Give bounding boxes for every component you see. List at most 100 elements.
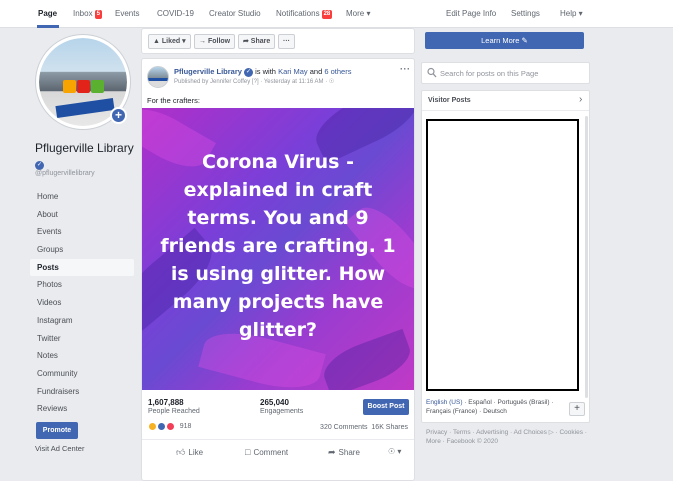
sidebar-item-videos[interactable]: Videos	[30, 294, 134, 312]
share-label: Share	[338, 448, 360, 457]
sidebar-item-notes[interactable]: Notes	[30, 347, 134, 365]
audience-selector[interactable]: ☉ ▾	[388, 447, 401, 456]
page-handle[interactable]: @pflugervillelibrary	[35, 170, 95, 177]
sidebar-item-photos[interactable]: Photos	[30, 276, 134, 294]
post-options-icon[interactable]: ···	[400, 64, 411, 74]
divider	[422, 110, 589, 111]
globe-icon: ☉	[388, 447, 396, 456]
visitor-posts-panel: Visitor Posts › English (US) · Español ·…	[421, 90, 590, 423]
post-author-link[interactable]: Pflugerville Library	[174, 67, 242, 76]
globe-icon: ☉	[328, 79, 335, 85]
promote-button[interactable]: Promote	[36, 422, 78, 439]
tab-inbox[interactable]: Inbox 5	[73, 9, 102, 19]
and-text: and	[309, 67, 323, 76]
post-meta: Published by Jennifer Coffey [?] · Yeste…	[174, 78, 334, 85]
follow-button[interactable]: → Follow	[194, 34, 236, 49]
redacted-visitor-posts	[426, 119, 579, 391]
engagements-label: Engagements	[260, 408, 304, 415]
search-icon	[427, 67, 437, 78]
edit-page-info-link[interactable]: Edit Page Info	[446, 9, 496, 18]
panel-scrollbar[interactable]	[585, 116, 588, 398]
sidebar-item-home[interactable]: Home	[30, 188, 134, 206]
people-reached-count: 1,607,888	[148, 398, 184, 407]
sidebar-item-fundraisers[interactable]: Fundraisers	[30, 383, 134, 401]
post-search-box	[421, 62, 590, 84]
sign-tile	[91, 80, 104, 93]
liked-button[interactable]: ▲ Liked ▾	[148, 34, 191, 49]
tab-creator-studio[interactable]: Creator Studio	[209, 9, 261, 18]
chevron-right-icon[interactable]: ›	[579, 94, 582, 105]
sidebar-item-events[interactable]: Events	[30, 223, 134, 241]
page-title: Pflugerville Library ✓	[35, 141, 140, 171]
page-sidebar-nav: Home About Events Groups Posts Photos Vi…	[30, 188, 134, 418]
reactions-summary[interactable]: 918	[148, 422, 191, 434]
visit-ad-center-link[interactable]: Visit Ad Center	[35, 444, 84, 453]
sidebar-item-groups[interactable]: Groups	[30, 241, 134, 259]
post-insights: 1,607,888 People Reached 265,040 Engagem…	[142, 390, 414, 440]
tagged-person-link[interactable]: Kari May	[278, 67, 308, 76]
tab-events[interactable]: Events	[115, 9, 139, 18]
help-menu[interactable]: Help ▾	[560, 9, 583, 18]
page-name-text: Pflugerville Library	[35, 141, 134, 155]
reaction-count: 918	[179, 423, 192, 431]
chevron-down-icon: ▾	[397, 447, 402, 456]
left-column: + Pflugerville Library ✓ @pflugervilleli…	[30, 28, 140, 481]
comment-label: Comment	[253, 448, 289, 457]
language-selected: English (US)	[426, 399, 463, 406]
sidebar-item-twitter[interactable]: Twitter	[30, 330, 134, 348]
sidebar-item-posts[interactable]: Posts	[30, 258, 134, 277]
tab-page[interactable]: Page	[38, 9, 57, 18]
like-reaction-icon	[157, 422, 167, 432]
language-list: English (US) · Español · Português (Bras…	[426, 398, 566, 416]
add-language-button[interactable]: +	[569, 402, 585, 416]
people-reached-label: People Reached	[148, 408, 200, 415]
inbox-badge: 5	[94, 10, 102, 19]
like-label: Like	[188, 448, 204, 457]
post-action-row: 👍︎ Like □ Comment ➦ Share ☉ ▾	[142, 442, 414, 462]
tab-more[interactable]: More ▾	[346, 9, 370, 18]
top-nav-bar: Page Inbox 5 Events COVID-19 Creator Stud…	[0, 0, 673, 28]
like-button[interactable]: 👍︎ Like	[176, 447, 203, 458]
haha-reaction-icon	[148, 422, 157, 432]
tab-notifications[interactable]: Notifications 28	[276, 9, 333, 19]
engagements-count: 265,040	[260, 398, 289, 407]
comment-bubble-icon: □	[245, 447, 251, 457]
published-by-text: Published by Jennifer Coffey [?] · Yeste…	[174, 79, 328, 85]
comments-count-link[interactable]: 320 Comments	[320, 424, 367, 431]
update-profile-picture-icon[interactable]: +	[110, 107, 127, 124]
sidebar-item-about[interactable]: About	[30, 206, 134, 224]
search-input[interactable]	[440, 67, 585, 80]
verified-check-icon: ✓	[35, 161, 44, 170]
sign-tile	[77, 80, 90, 93]
notifications-badge: 28	[321, 10, 333, 19]
tab-covid-19[interactable]: COVID-19	[157, 9, 194, 18]
shares-count-link[interactable]: 16K Shares	[371, 424, 408, 431]
more-options-button[interactable]: ···	[278, 34, 295, 49]
post-card: Pflugerville Library ✓ is with Kari May …	[141, 58, 415, 481]
learn-more-button[interactable]: Learn More ✎	[425, 32, 584, 49]
share-page-button[interactable]: ➦ Share	[238, 34, 276, 49]
sidebar-item-instagram[interactable]: Instagram	[30, 312, 134, 330]
with-text: is with	[255, 67, 276, 76]
share-arrow-icon: ➦	[328, 447, 336, 457]
thumbs-up-icon: 👍︎	[176, 447, 186, 457]
share-button[interactable]: ➦ Share	[328, 447, 360, 458]
sidebar-item-reviews[interactable]: Reviews	[30, 400, 134, 418]
post-image[interactable]: Corona Virus - explained in craft terms.…	[142, 108, 414, 390]
settings-link[interactable]: Settings	[511, 9, 540, 18]
sidebar-item-community[interactable]: Community	[30, 365, 134, 383]
post-header: Pflugerville Library ✓ is with Kari May …	[174, 67, 399, 77]
verified-check-icon: ✓	[244, 68, 254, 77]
footer-links[interactable]: Privacy · Terms · Advertising · Ad Choic…	[426, 428, 590, 446]
others-link[interactable]: 6 others	[324, 67, 351, 76]
comment-share-counts: 320 Comments 16K Shares	[320, 424, 408, 431]
comment-button[interactable]: □ Comment	[245, 447, 288, 457]
page-action-bar: ▲ Liked ▾ → Follow ➦ Share ···	[141, 28, 415, 54]
tab-notifications-label: Notifications	[276, 9, 320, 18]
post-author-avatar[interactable]	[147, 66, 169, 88]
boost-post-button[interactable]: Boost Post	[363, 399, 409, 415]
visitor-posts-title[interactable]: Visitor Posts	[428, 97, 471, 104]
image-caption-text: Corona Virus - explained in craft terms.…	[160, 151, 396, 341]
love-reaction-icon	[166, 422, 176, 432]
tab-inbox-label: Inbox	[73, 9, 93, 18]
